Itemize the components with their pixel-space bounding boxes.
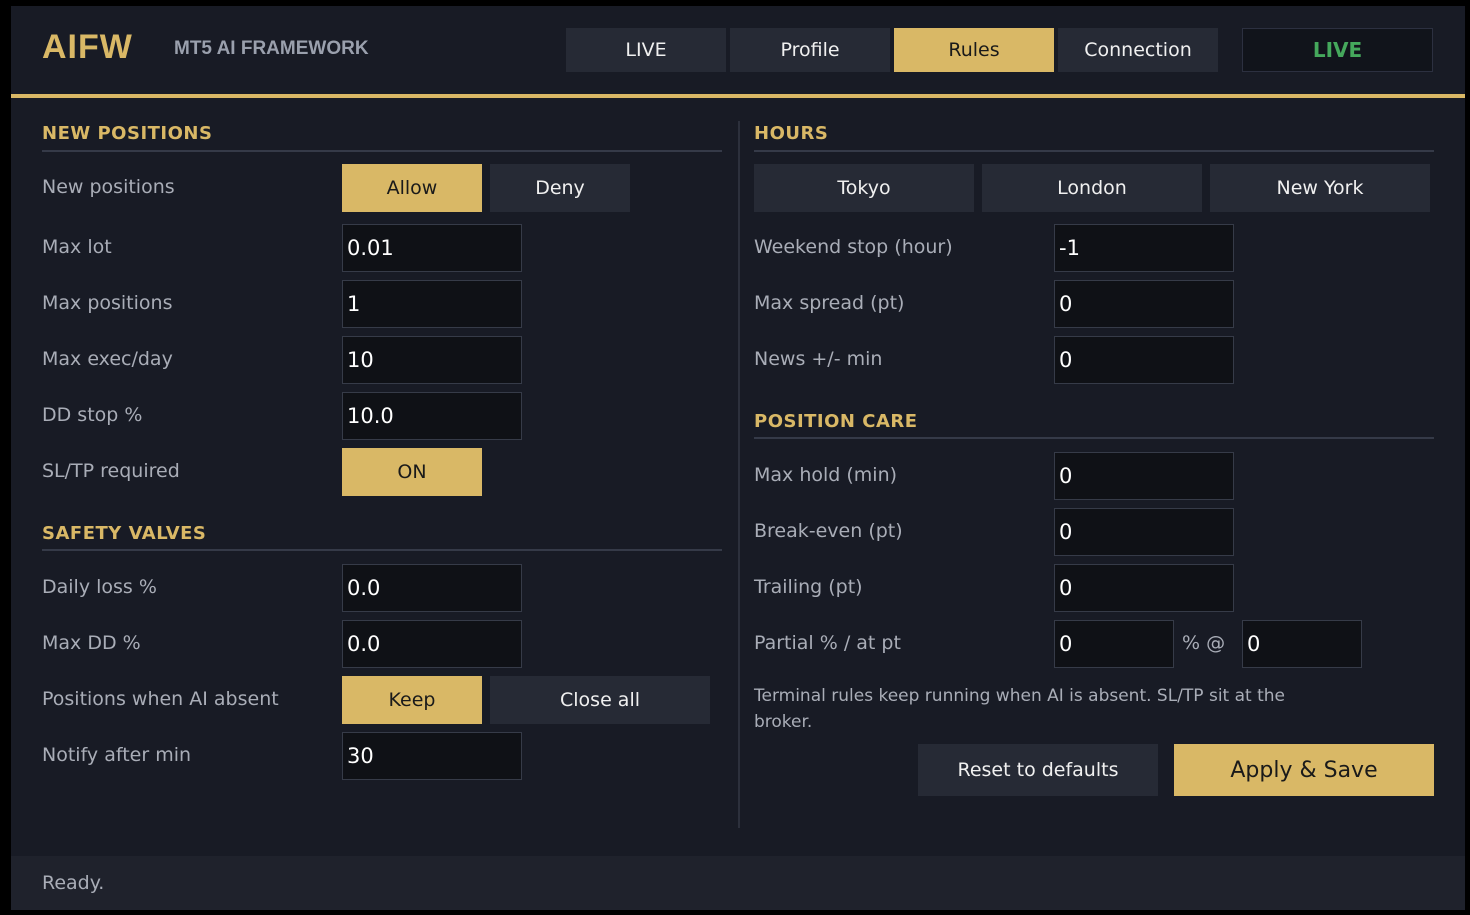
rules-panel: AIFW MT5 AI FRAMEWORK LIVE Profile Rules… <box>11 6 1465 910</box>
app-logo: AIFW <box>42 28 133 66</box>
status-bar <box>11 856 1465 910</box>
apply-save-button[interactable]: Apply & Save <box>1174 744 1434 796</box>
tab-live[interactable]: LIVE <box>566 28 726 72</box>
section-divider <box>42 150 722 152</box>
max-dd-input[interactable]: 0.0 <box>342 620 522 668</box>
status-text: Ready. <box>42 872 105 894</box>
live-status-badge: LIVE <box>1242 28 1433 72</box>
break-even-input[interactable]: 0 <box>1054 508 1234 556</box>
ai-absent-label: Positions when AI absent <box>42 688 279 710</box>
allow-button[interactable]: Allow <box>342 164 482 212</box>
partial-label: Partial % / at pt <box>754 632 901 654</box>
max-exec-input[interactable]: 10 <box>342 336 522 384</box>
partial-points-input[interactable]: 0 <box>1242 620 1362 668</box>
section-divider <box>754 437 1434 439</box>
section-divider <box>42 549 722 551</box>
max-spread-input[interactable]: 0 <box>1054 280 1234 328</box>
deny-button[interactable]: Deny <box>490 164 630 212</box>
max-lot-label: Max lot <box>42 236 112 258</box>
max-lot-input[interactable]: 0.01 <box>342 224 522 272</box>
new-positions-title: NEW POSITIONS <box>42 123 213 144</box>
max-dd-label: Max DD % <box>42 632 141 654</box>
break-even-label: Break-even (pt) <box>754 520 903 542</box>
notify-after-label: Notify after min <box>42 744 192 766</box>
max-hold-label: Max hold (min) <box>754 464 898 486</box>
tab-profile[interactable]: Profile <box>730 28 890 72</box>
weekend-stop-label: Weekend stop (hour) <box>754 236 953 258</box>
header-bar: AIFW MT5 AI FRAMEWORK LIVE Profile Rules… <box>11 6 1465 94</box>
news-window-label: News +/- min <box>754 348 883 370</box>
sltp-required-label: SL/TP required <box>42 460 180 482</box>
dd-stop-label: DD stop % <box>42 404 143 426</box>
max-positions-input[interactable]: 1 <box>342 280 522 328</box>
trailing-input[interactable]: 0 <box>1054 564 1234 612</box>
terminal-rules-note: Terminal rules keep running when AI is a… <box>754 686 1285 732</box>
partial-percent-input[interactable]: 0 <box>1054 620 1174 668</box>
weekend-stop-input[interactable]: -1 <box>1054 224 1234 272</box>
safety-valves-title: SAFETY VALVES <box>42 523 207 544</box>
reset-defaults-button[interactable]: Reset to defaults <box>918 744 1158 796</box>
partial-separator: % @ <box>1182 632 1226 654</box>
daily-loss-label: Daily loss % <box>42 576 157 598</box>
new-positions-label: New positions <box>42 176 175 198</box>
section-divider <box>754 150 1434 152</box>
news-window-input[interactable]: 0 <box>1054 336 1234 384</box>
session-newyork-button[interactable]: New York <box>1210 164 1430 212</box>
column-divider <box>738 121 740 828</box>
max-spread-label: Max spread (pt) <box>754 292 905 314</box>
header-accent-line <box>11 94 1465 98</box>
trailing-label: Trailing (pt) <box>754 576 863 598</box>
tab-rules[interactable]: Rules <box>894 28 1054 72</box>
hours-title: HOURS <box>754 123 829 144</box>
max-exec-label: Max exec/day <box>42 348 173 370</box>
max-positions-label: Max positions <box>42 292 173 314</box>
session-london-button[interactable]: London <box>982 164 1202 212</box>
position-care-title: POSITION CARE <box>754 411 918 432</box>
tab-connection[interactable]: Connection <box>1058 28 1218 72</box>
close-all-button[interactable]: Close all <box>490 676 710 724</box>
dd-stop-input[interactable]: 10.0 <box>342 392 522 440</box>
daily-loss-input[interactable]: 0.0 <box>342 564 522 612</box>
session-tokyo-button[interactable]: Tokyo <box>754 164 974 212</box>
notify-after-input[interactable]: 30 <box>342 732 522 780</box>
sltp-toggle[interactable]: ON <box>342 448 482 496</box>
app-subtitle: MT5 AI FRAMEWORK <box>174 38 369 59</box>
max-hold-input[interactable]: 0 <box>1054 452 1234 500</box>
keep-button[interactable]: Keep <box>342 676 482 724</box>
